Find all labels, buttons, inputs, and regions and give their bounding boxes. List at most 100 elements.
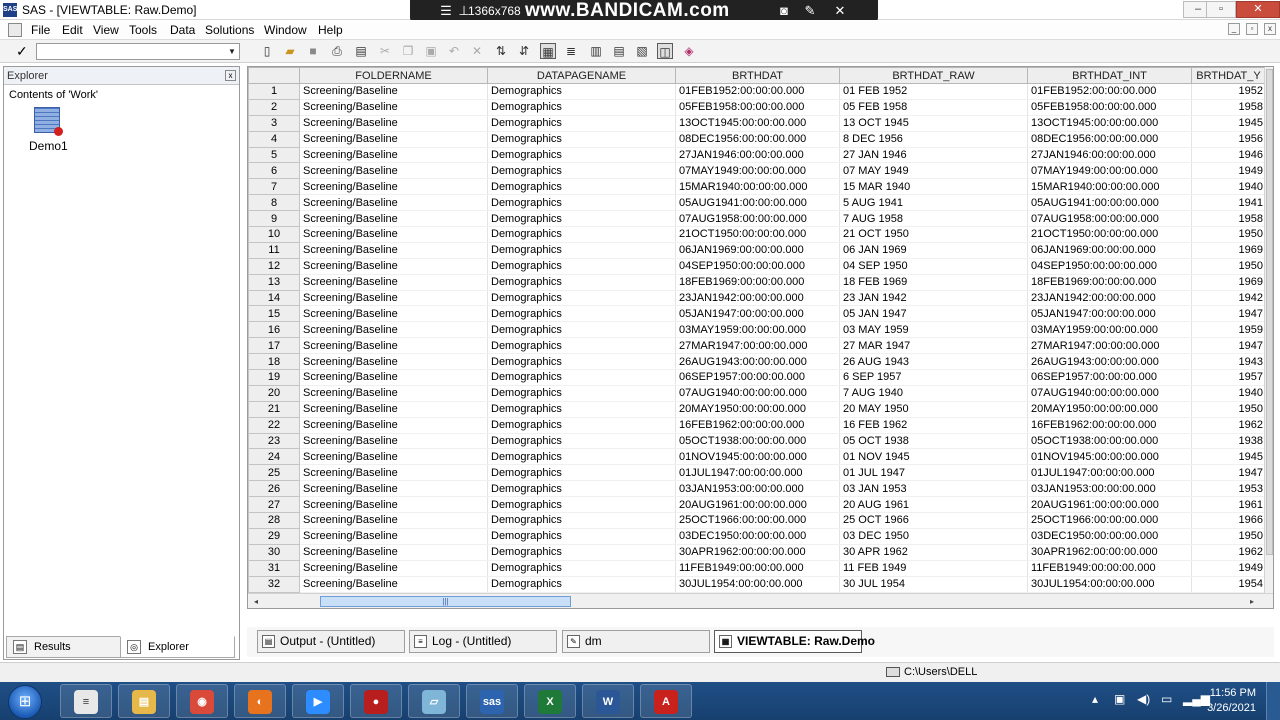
taskbar-clock[interactable]: 11:56 PM 3/26/2021 (1207, 686, 1256, 716)
table-cell[interactable]: Screening/Baseline (299, 353, 488, 371)
table-cell[interactable]: 06JAN1969:00:00:00.000 (1027, 242, 1192, 259)
table-cell[interactable]: Demographics (487, 417, 676, 434)
row-number[interactable]: 5 (248, 146, 300, 164)
table-cell[interactable]: Screening/Baseline (299, 337, 488, 355)
table-cell[interactable]: Screening/Baseline (299, 290, 488, 307)
table-cell[interactable]: Screening/Baseline (299, 226, 488, 243)
table-cell[interactable]: 05OCT1938:00:00:00.000 (675, 433, 840, 450)
taskbar-word[interactable]: W (582, 684, 634, 718)
table-cell[interactable]: Screening/Baseline (299, 274, 488, 291)
table-cell[interactable]: 08DEC1956:00:00:00.000 (1027, 131, 1192, 148)
table-cell[interactable]: 21OCT1950:00:00:00.000 (675, 226, 840, 243)
child-close-icon[interactable]: x (1264, 23, 1276, 35)
table-cell[interactable]: 18FEB1969:00:00:00.000 (1027, 274, 1192, 291)
column-header-brthdat[interactable]: BRTHDAT (675, 67, 840, 84)
table-cell[interactable]: 1938 (1191, 433, 1265, 450)
table-cell[interactable]: Screening/Baseline (299, 401, 488, 418)
row-number[interactable]: 14 (248, 289, 300, 307)
vertical-scrollbar[interactable] (1264, 67, 1273, 593)
vertical-scroll-thumb[interactable] (1266, 69, 1273, 555)
table-cell[interactable]: Demographics (487, 258, 676, 275)
power-icon[interactable]: ▭ (1161, 692, 1172, 706)
table-cell[interactable]: 05FEB1958:00:00:00.000 (675, 99, 840, 116)
child-minimize-icon[interactable]: _ (1228, 23, 1240, 35)
table-cell[interactable]: 01FEB1952:00:00:00.000 (675, 83, 840, 100)
table-cell[interactable]: 27JAN1946:00:00:00.000 (1027, 147, 1192, 164)
table-cell[interactable]: 08DEC1956:00:00:00.000 (675, 131, 840, 148)
table-cell[interactable]: Demographics (487, 576, 676, 593)
table-cell[interactable]: 25OCT1966:00:00:00.000 (1027, 512, 1192, 529)
table-cell[interactable]: Demographics (487, 512, 676, 529)
table-cell[interactable]: 7 AUG 1940 (839, 385, 1028, 402)
table-cell[interactable]: 1962 (1191, 417, 1265, 434)
row-number[interactable]: 12 (248, 257, 300, 275)
table-cell[interactable]: 1958 (1191, 99, 1265, 116)
row-number[interactable]: 2 (248, 98, 300, 116)
table-cell[interactable]: 11FEB1949:00:00:00.000 (1027, 560, 1192, 577)
table-cell[interactable]: 25 OCT 1966 (839, 512, 1028, 529)
row-number[interactable]: 28 (248, 512, 300, 529)
chevron-down-icon[interactable]: ▼ (226, 45, 238, 58)
table-cell[interactable]: 1947 (1191, 305, 1265, 323)
row-number[interactable]: 8 (248, 194, 300, 212)
table-cell[interactable]: 1953 (1191, 480, 1265, 498)
table-cell[interactable]: Demographics (487, 448, 676, 466)
table-cell[interactable]: 16FEB1962:00:00:00.000 (1027, 417, 1192, 434)
table-cell[interactable]: Demographics (487, 226, 676, 243)
row-number[interactable]: 30 (248, 543, 300, 561)
menu-icon[interactable]: ☰ (438, 3, 454, 19)
table-cell[interactable]: 1962 (1191, 544, 1265, 561)
close-icon[interactable]: ✕ (832, 3, 848, 19)
table-cell[interactable]: 13 OCT 1945 (839, 115, 1028, 132)
zoom-icon[interactable]: ◫ (657, 43, 673, 59)
horizontal-scroll-thumb[interactable]: ||| (320, 596, 571, 607)
table-cell[interactable]: 8 DEC 1956 (839, 131, 1028, 148)
table-cell[interactable]: Screening/Baseline (299, 480, 488, 498)
table-cell[interactable]: 20AUG1961:00:00:00.000 (675, 496, 840, 514)
table-cell[interactable]: 03DEC1950:00:00:00.000 (1027, 528, 1192, 545)
table-cell[interactable]: Screening/Baseline (299, 258, 488, 275)
save-icon[interactable]: ■ (305, 43, 321, 59)
table-cell[interactable]: 1942 (1191, 290, 1265, 307)
dataset-demo1-label[interactable]: Demo1 (29, 139, 68, 153)
child-restore-icon[interactable]: ▫ (1246, 23, 1258, 35)
row-number[interactable]: 31 (248, 559, 300, 577)
column-header-foldername[interactable]: FOLDERNAME (299, 67, 488, 84)
column-header-brthdat-raw[interactable]: BRTHDAT_RAW (839, 67, 1028, 84)
table-cell[interactable]: Demographics (487, 353, 676, 371)
table-row[interactable]: 16 Screening/Baseline Demographics 03MAY195… (248, 321, 1265, 339)
table-cell[interactable]: 1956 (1191, 131, 1265, 148)
table-row[interactable]: 2 Screening/Baseline Demographics 05FEB1958… (248, 98, 1265, 116)
table-cell[interactable]: Screening/Baseline (299, 385, 488, 402)
table-cell[interactable]: Screening/Baseline (299, 305, 488, 323)
table-cell[interactable]: 1945 (1191, 115, 1265, 132)
table-cell[interactable]: Screening/Baseline (299, 448, 488, 466)
table-cell[interactable]: 01 NOV 1945 (839, 448, 1028, 466)
table-cell[interactable]: 1949 (1191, 162, 1265, 180)
row-number[interactable]: 16 (248, 321, 300, 339)
table-cell[interactable]: 7 AUG 1958 (839, 210, 1028, 228)
table-cell[interactable]: 07AUG1940:00:00:00.000 (675, 385, 840, 402)
taskbar-excel[interactable]: X (524, 684, 576, 718)
table-cell[interactable]: 1950 (1191, 401, 1265, 418)
row-number[interactable]: 18 (248, 353, 300, 371)
table-cell[interactable]: Demographics (487, 162, 676, 180)
sort-ascending-icon[interactable]: ⇅ (493, 43, 509, 59)
table-cell[interactable]: 1954 (1191, 576, 1265, 593)
row-number[interactable]: 19 (248, 369, 300, 386)
cut-icon[interactable]: ✂ (377, 43, 393, 59)
table-cell[interactable]: 23JAN1942:00:00:00.000 (675, 290, 840, 307)
table-cell[interactable]: 18FEB1969:00:00:00.000 (675, 274, 840, 291)
table-row[interactable]: 5 Screening/Baseline Demographics 27JAN1946… (248, 146, 1265, 164)
row-number[interactable]: 23 (248, 432, 300, 450)
row-number[interactable]: 11 (248, 241, 300, 259)
table-row[interactable]: 31 Screening/Baseline Demographics 11FEB194… (248, 559, 1265, 577)
browse-mode-icon[interactable]: ▦ (540, 43, 556, 59)
current-directory[interactable]: C:\Users\DELL (904, 666, 977, 678)
table-row[interactable]: 18 Screening/Baseline Demographics 26AUG194… (248, 353, 1265, 371)
undo-icon[interactable]: ↶ (446, 43, 462, 59)
tab-explorer[interactable]: ◎ Explorer (120, 636, 235, 658)
table-cell[interactable]: Screening/Baseline (299, 417, 488, 434)
row-number[interactable]: 3 (248, 114, 300, 132)
table-cell[interactable]: Screening/Baseline (299, 242, 488, 259)
